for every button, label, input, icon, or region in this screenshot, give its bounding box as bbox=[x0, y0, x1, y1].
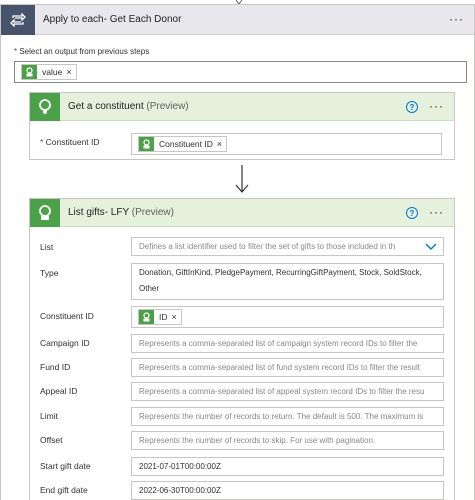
constituent-id-token[interactable]: Constituent ID × bbox=[138, 136, 228, 152]
gift-constituent-id-field[interactable]: ID × bbox=[131, 306, 444, 328]
type-field[interactable]: Donation, GiftInKind, PledgePayment, Rec… bbox=[131, 263, 444, 300]
remove-token-icon[interactable]: × bbox=[217, 139, 222, 149]
id-token-label: ID bbox=[159, 312, 168, 322]
list-gifts-card: List gifts- LFY (Preview) ? ··· List Def… bbox=[29, 198, 455, 500]
connector-icon bbox=[30, 199, 60, 227]
end-gift-date-field[interactable]: 2022-06-30T00:00:00Z bbox=[131, 481, 444, 500]
connector-icon bbox=[30, 93, 60, 121]
constituent-id-label-text: Constituent ID bbox=[45, 137, 100, 147]
fund-id-placeholder: Represents a comma-separated list of fun… bbox=[139, 363, 421, 372]
remove-token-icon[interactable]: × bbox=[66, 67, 71, 77]
list-gifts-header[interactable]: List gifts- LFY (Preview) ? ··· bbox=[30, 199, 454, 227]
type-label: Type bbox=[40, 268, 59, 278]
connector-icon bbox=[139, 310, 154, 324]
constituent-id-field[interactable]: Constituent ID × bbox=[131, 133, 442, 155]
get-constituent-card: Get a constituent (Preview) ? ··· * Cons… bbox=[29, 92, 455, 160]
appeal-id-placeholder: Represents a comma-separated list of app… bbox=[139, 387, 425, 396]
more-options-icon[interactable]: ··· bbox=[429, 99, 444, 113]
list-label: List bbox=[40, 242, 54, 252]
list-dropdown[interactable]: Defines a list identifier used to filter… bbox=[131, 237, 444, 256]
fund-id-field[interactable]: Represents a comma-separated list of fun… bbox=[131, 358, 444, 377]
value-token[interactable]: value × bbox=[21, 64, 77, 80]
limit-label: Limit bbox=[40, 411, 58, 421]
start-gift-date-value: 2021-07-01T00:00:00Z bbox=[139, 462, 221, 471]
value-token-label: value bbox=[42, 67, 63, 77]
select-output-label-text: Select an output from previous steps bbox=[19, 47, 150, 56]
apply-to-each-container: Apply to each- Get Each Donor ··· * Sele… bbox=[0, 4, 475, 500]
limit-placeholder: Represents the number of records to retu… bbox=[139, 412, 424, 421]
gift-constituent-id-label: Constituent ID bbox=[40, 311, 94, 321]
preview-label: (Preview) bbox=[131, 207, 174, 218]
apply-to-each-header[interactable]: Apply to each- Get Each Donor ··· bbox=[1, 5, 474, 35]
end-gift-date-label: End gift date bbox=[40, 485, 88, 495]
list-placeholder: Defines a list identifier used to filter… bbox=[139, 242, 396, 251]
end-gift-date-value: 2022-06-30T00:00:00Z bbox=[139, 486, 221, 495]
more-options-icon[interactable]: ··· bbox=[429, 205, 444, 219]
loop-icon bbox=[1, 5, 35, 35]
chevron-down-icon[interactable] bbox=[425, 242, 437, 251]
offset-placeholder: Represents the number of records to skip… bbox=[139, 436, 376, 445]
connector-icon bbox=[139, 137, 154, 151]
preview-label: (Preview) bbox=[146, 101, 189, 112]
type-value-line-2: Other bbox=[139, 284, 160, 293]
get-constituent-header[interactable]: Get a constituent (Preview) ? ··· bbox=[30, 93, 454, 121]
offset-label: Offset bbox=[40, 435, 63, 445]
campaign-id-placeholder: Represents a comma-separated list of cam… bbox=[139, 339, 418, 348]
constituent-id-label: * Constituent ID bbox=[40, 137, 100, 147]
limit-field[interactable]: Represents the number of records to retu… bbox=[131, 407, 444, 426]
arrow-down-icon bbox=[235, 165, 249, 193]
appeal-id-label: Appeal ID bbox=[40, 386, 78, 396]
apply-to-each-title: Apply to each- Get Each Donor bbox=[43, 14, 182, 25]
help-icon[interactable]: ? bbox=[406, 101, 418, 113]
more-options-icon[interactable]: ··· bbox=[449, 12, 464, 26]
connector-icon bbox=[22, 65, 37, 79]
appeal-id-field[interactable]: Represents a comma-separated list of app… bbox=[131, 382, 444, 401]
get-constituent-title-text: Get a constituent bbox=[68, 101, 144, 112]
list-gifts-title-text: List gifts- LFY bbox=[68, 207, 129, 218]
select-output-label: * Select an output from previous steps bbox=[14, 47, 149, 56]
campaign-id-label: Campaign ID bbox=[40, 338, 90, 348]
help-icon[interactable]: ? bbox=[406, 207, 418, 219]
start-gift-date-label: Start gift date bbox=[40, 461, 91, 471]
constituent-id-token-label: Constituent ID bbox=[159, 139, 213, 149]
select-output-field[interactable]: value × bbox=[14, 61, 467, 83]
get-constituent-title: Get a constituent (Preview) bbox=[68, 101, 189, 112]
fund-id-label: Fund ID bbox=[40, 362, 71, 372]
remove-token-icon[interactable]: × bbox=[172, 312, 177, 322]
start-gift-date-field[interactable]: 2021-07-01T00:00:00Z bbox=[131, 457, 444, 476]
id-token[interactable]: ID × bbox=[138, 309, 182, 325]
campaign-id-field[interactable]: Represents a comma-separated list of cam… bbox=[131, 334, 444, 353]
list-gifts-title: List gifts- LFY (Preview) bbox=[68, 207, 174, 218]
offset-field[interactable]: Represents the number of records to skip… bbox=[131, 431, 444, 450]
type-value-line-1: Donation, GiftInKind, PledgePayment, Rec… bbox=[139, 268, 422, 277]
